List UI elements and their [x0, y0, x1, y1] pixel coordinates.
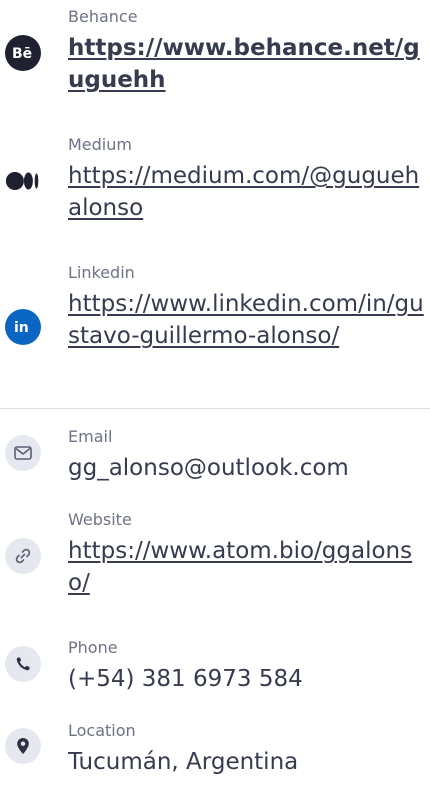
contact-phone-text: Phone (+54) 381 6973 584: [68, 639, 424, 695]
location-pin-icon: [5, 728, 41, 764]
profile-behance-text: Behance https://www.behance.net/guguehh: [68, 8, 424, 96]
linkedin-link[interactable]: https://www.linkedin.com/in/gustavo-guil…: [68, 288, 424, 352]
contact-website-text: Website https://www.atom.bio/ggalonso/: [68, 511, 424, 599]
profile-medium-text: Medium https://medium.com/@guguehalonso: [68, 136, 424, 224]
section-divider: [0, 408, 430, 409]
profile-label: Behance: [68, 7, 138, 26]
profile-linkedin-text: Linkedin https://www.linkedin.com/in/gus…: [68, 264, 424, 352]
mail-icon: [5, 435, 41, 471]
phone-value[interactable]: (+54) 381 6973 584: [68, 663, 424, 695]
contact-label: Phone: [68, 638, 118, 657]
medium-icon: [5, 163, 41, 199]
svg-text:in: in: [14, 320, 29, 335]
phone-icon: [5, 646, 41, 682]
contact-email-text: Email gg_alonso@outlook.com: [68, 428, 424, 484]
website-link[interactable]: https://www.atom.bio/ggalonso/: [68, 535, 424, 599]
behance-link[interactable]: https://www.behance.net/guguehh: [68, 32, 424, 96]
behance-icon: Bē: [5, 35, 41, 71]
linkedin-icon: in: [5, 309, 41, 345]
profile-label: Linkedin: [68, 263, 135, 282]
profile-label: Medium: [68, 135, 132, 154]
contact-label: Email: [68, 427, 113, 446]
location-value: Tucumán, Argentina: [68, 749, 299, 775]
medium-link[interactable]: https://medium.com/@guguehalonso: [68, 160, 424, 224]
svg-text:Bē: Bē: [12, 46, 32, 61]
link-icon: [5, 538, 41, 574]
email-value[interactable]: gg_alonso@outlook.com: [68, 452, 424, 484]
contact-label: Location: [68, 721, 136, 740]
contact-label: Website: [68, 510, 132, 529]
contact-location-text: Location Tucumán, Argentina: [68, 722, 424, 778]
